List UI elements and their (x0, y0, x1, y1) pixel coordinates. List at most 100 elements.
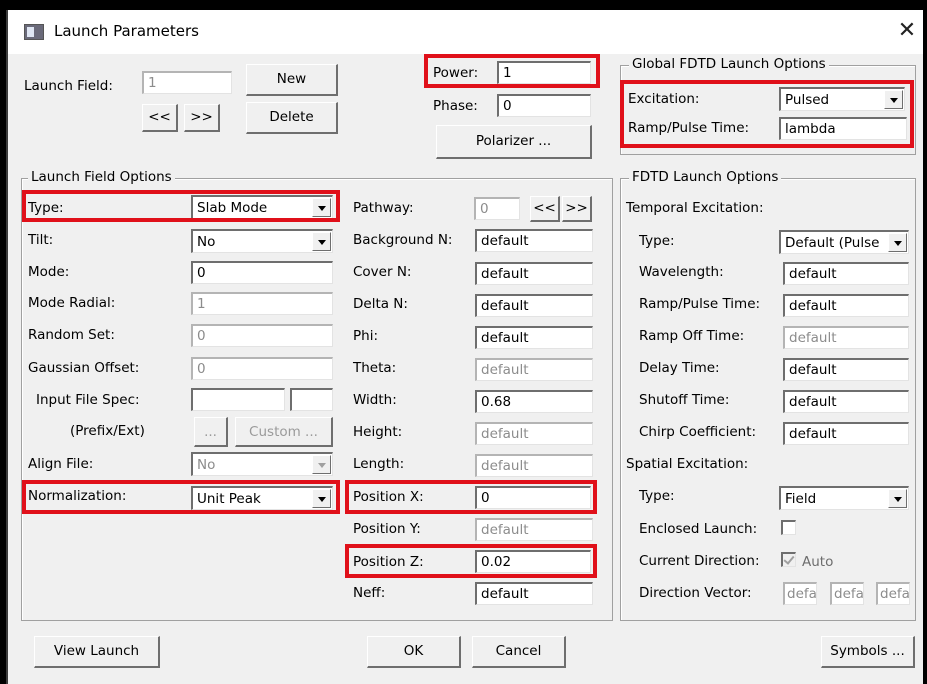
new-button[interactable]: New (246, 64, 338, 96)
pathway-input[interactable]: 0 (474, 197, 520, 220)
direction-vector-z-input[interactable]: defa (876, 582, 910, 605)
normalization-highlight (22, 480, 340, 514)
spatial-type-label: Type: (639, 488, 675, 504)
neff-input[interactable]: default (475, 582, 593, 605)
spatial-type-select[interactable]: Field (779, 486, 909, 510)
pathway-prev-button[interactable]: << (530, 196, 560, 222)
phase-label: Phase: (433, 98, 478, 114)
launch-next-button[interactable]: >> (184, 104, 220, 132)
chevron-down-icon[interactable] (888, 489, 907, 508)
phi-label: Phi: (353, 328, 378, 344)
temporal-type-select[interactable]: Default (Pulse (779, 230, 909, 254)
prefix-ext-label: (Prefix/Ext) (70, 423, 145, 439)
delete-button[interactable]: Delete (246, 102, 338, 134)
position-x-highlight (345, 480, 597, 514)
align-file-select[interactable]: No (191, 452, 333, 476)
gaussian-offset-input[interactable]: 0 (191, 357, 333, 380)
mode-label: Mode: (28, 264, 70, 280)
auto-checkbox[interactable] (781, 552, 796, 567)
length-input[interactable]: default (475, 454, 593, 477)
launch-parameters-dialog: Launch Parameters ✕ Launch Field: 1 New … (6, 10, 923, 684)
pathway-label: Pathway: (353, 200, 414, 216)
close-icon[interactable]: ✕ (892, 16, 922, 46)
custom-button[interactable]: Custom ... (235, 417, 333, 447)
enclosed-launch-label: Enclosed Launch: (639, 521, 758, 537)
launch-field-options-title: Launch Field Options (28, 169, 175, 185)
random-set-input[interactable]: 0 (191, 324, 333, 347)
chevron-down-icon[interactable] (312, 232, 331, 251)
cover-n-input[interactable]: default (475, 262, 593, 285)
theta-label: Theta: (353, 360, 397, 376)
input-file-prefix-input[interactable] (191, 388, 285, 411)
window-title: Launch Parameters (54, 22, 199, 40)
phi-input[interactable]: default (475, 326, 593, 349)
delta-n-input[interactable]: default (475, 294, 593, 317)
direction-vector-label: Direction Vector: (639, 585, 752, 601)
chevron-down-icon[interactable] (312, 455, 331, 474)
launch-field-label: Launch Field: (24, 78, 113, 94)
width-label: Width: (353, 392, 397, 408)
wavelength-input[interactable]: default (783, 262, 909, 285)
enclosed-launch-checkbox[interactable] (781, 520, 796, 535)
temporal-type-label: Type: (639, 233, 675, 249)
background-n-input[interactable]: default (475, 229, 593, 252)
shutoff-time-input[interactable]: default (783, 390, 909, 413)
theta-input[interactable]: default (475, 358, 593, 381)
mode-input[interactable]: 0 (191, 261, 333, 284)
tilt-select[interactable]: No (191, 229, 333, 253)
position-z-highlight (345, 544, 597, 578)
ramp-off-time-input[interactable]: default (783, 326, 909, 349)
spatial-type-value: Field (785, 491, 817, 507)
auto-label: Auto (802, 554, 834, 570)
global-fdtd-title: Global FDTD Launch Options (629, 56, 829, 72)
temporal-excitation-label: Temporal Excitation: (626, 200, 764, 216)
mode-radial-label: Mode Radial: (28, 295, 116, 311)
shutoff-time-label: Shutoff Time: (639, 392, 730, 408)
length-label: Length: (353, 456, 405, 472)
phase-input[interactable]: 0 (497, 94, 591, 117)
symbols-button[interactable]: Symbols ... (821, 636, 915, 668)
random-set-label: Random Set: (28, 327, 115, 343)
view-launch-button[interactable]: View Launch (34, 636, 160, 668)
type-highlight (22, 190, 340, 222)
height-input[interactable]: default (475, 422, 593, 445)
direction-vector-y-input[interactable]: defa (830, 582, 864, 605)
align-file-label: Align File: (28, 456, 94, 472)
power-highlight (424, 54, 600, 88)
launch-prev-button[interactable]: << (142, 104, 178, 132)
title-bar: Launch Parameters ✕ (8, 10, 923, 54)
delay-time-label: Delay Time: (639, 360, 720, 376)
ok-button[interactable]: OK (367, 636, 461, 668)
width-input[interactable]: 0.68 (475, 390, 593, 413)
cancel-button[interactable]: Cancel (472, 636, 566, 668)
mode-radial-input[interactable]: 1 (191, 292, 333, 315)
spatial-excitation-label: Spatial Excitation: (626, 456, 749, 472)
align-file-value: No (197, 457, 216, 473)
app-window-icon (24, 24, 44, 40)
delay-time-input[interactable]: default (783, 358, 909, 381)
position-y-input[interactable]: default (475, 518, 593, 541)
temporal-type-value: Default (Pulse (785, 235, 880, 251)
ramp-off-time-label: Ramp Off Time: (639, 328, 745, 344)
height-label: Height: (353, 424, 403, 440)
current-direction-label: Current Direction: (639, 553, 760, 569)
direction-vector-x-input[interactable]: defa (783, 582, 817, 605)
ramp-pulse-time-label: Ramp/Pulse Time: (639, 296, 761, 312)
wavelength-label: Wavelength: (639, 264, 724, 280)
background-n-label: Background N: (353, 232, 453, 248)
chirp-coefficient-label: Chirp Coefficient: (639, 424, 757, 440)
global-fdtd-highlight (620, 80, 914, 148)
input-file-ext-input[interactable] (290, 388, 333, 411)
browse-button[interactable]: ... (194, 417, 228, 447)
neff-label: Neff: (353, 585, 386, 601)
launch-field-input[interactable]: 1 (142, 71, 232, 94)
pathway-next-button[interactable]: >> (562, 196, 592, 222)
polarizer-button[interactable]: Polarizer ... (436, 125, 592, 159)
delta-n-label: Delta N: (353, 296, 408, 312)
ramp-pulse-time-input[interactable]: default (783, 294, 909, 317)
chevron-down-icon[interactable] (888, 233, 907, 252)
tilt-value: No (197, 234, 216, 250)
tilt-label: Tilt: (28, 232, 54, 248)
cover-n-label: Cover N: (353, 264, 412, 280)
chirp-coefficient-input[interactable]: default (783, 422, 909, 445)
